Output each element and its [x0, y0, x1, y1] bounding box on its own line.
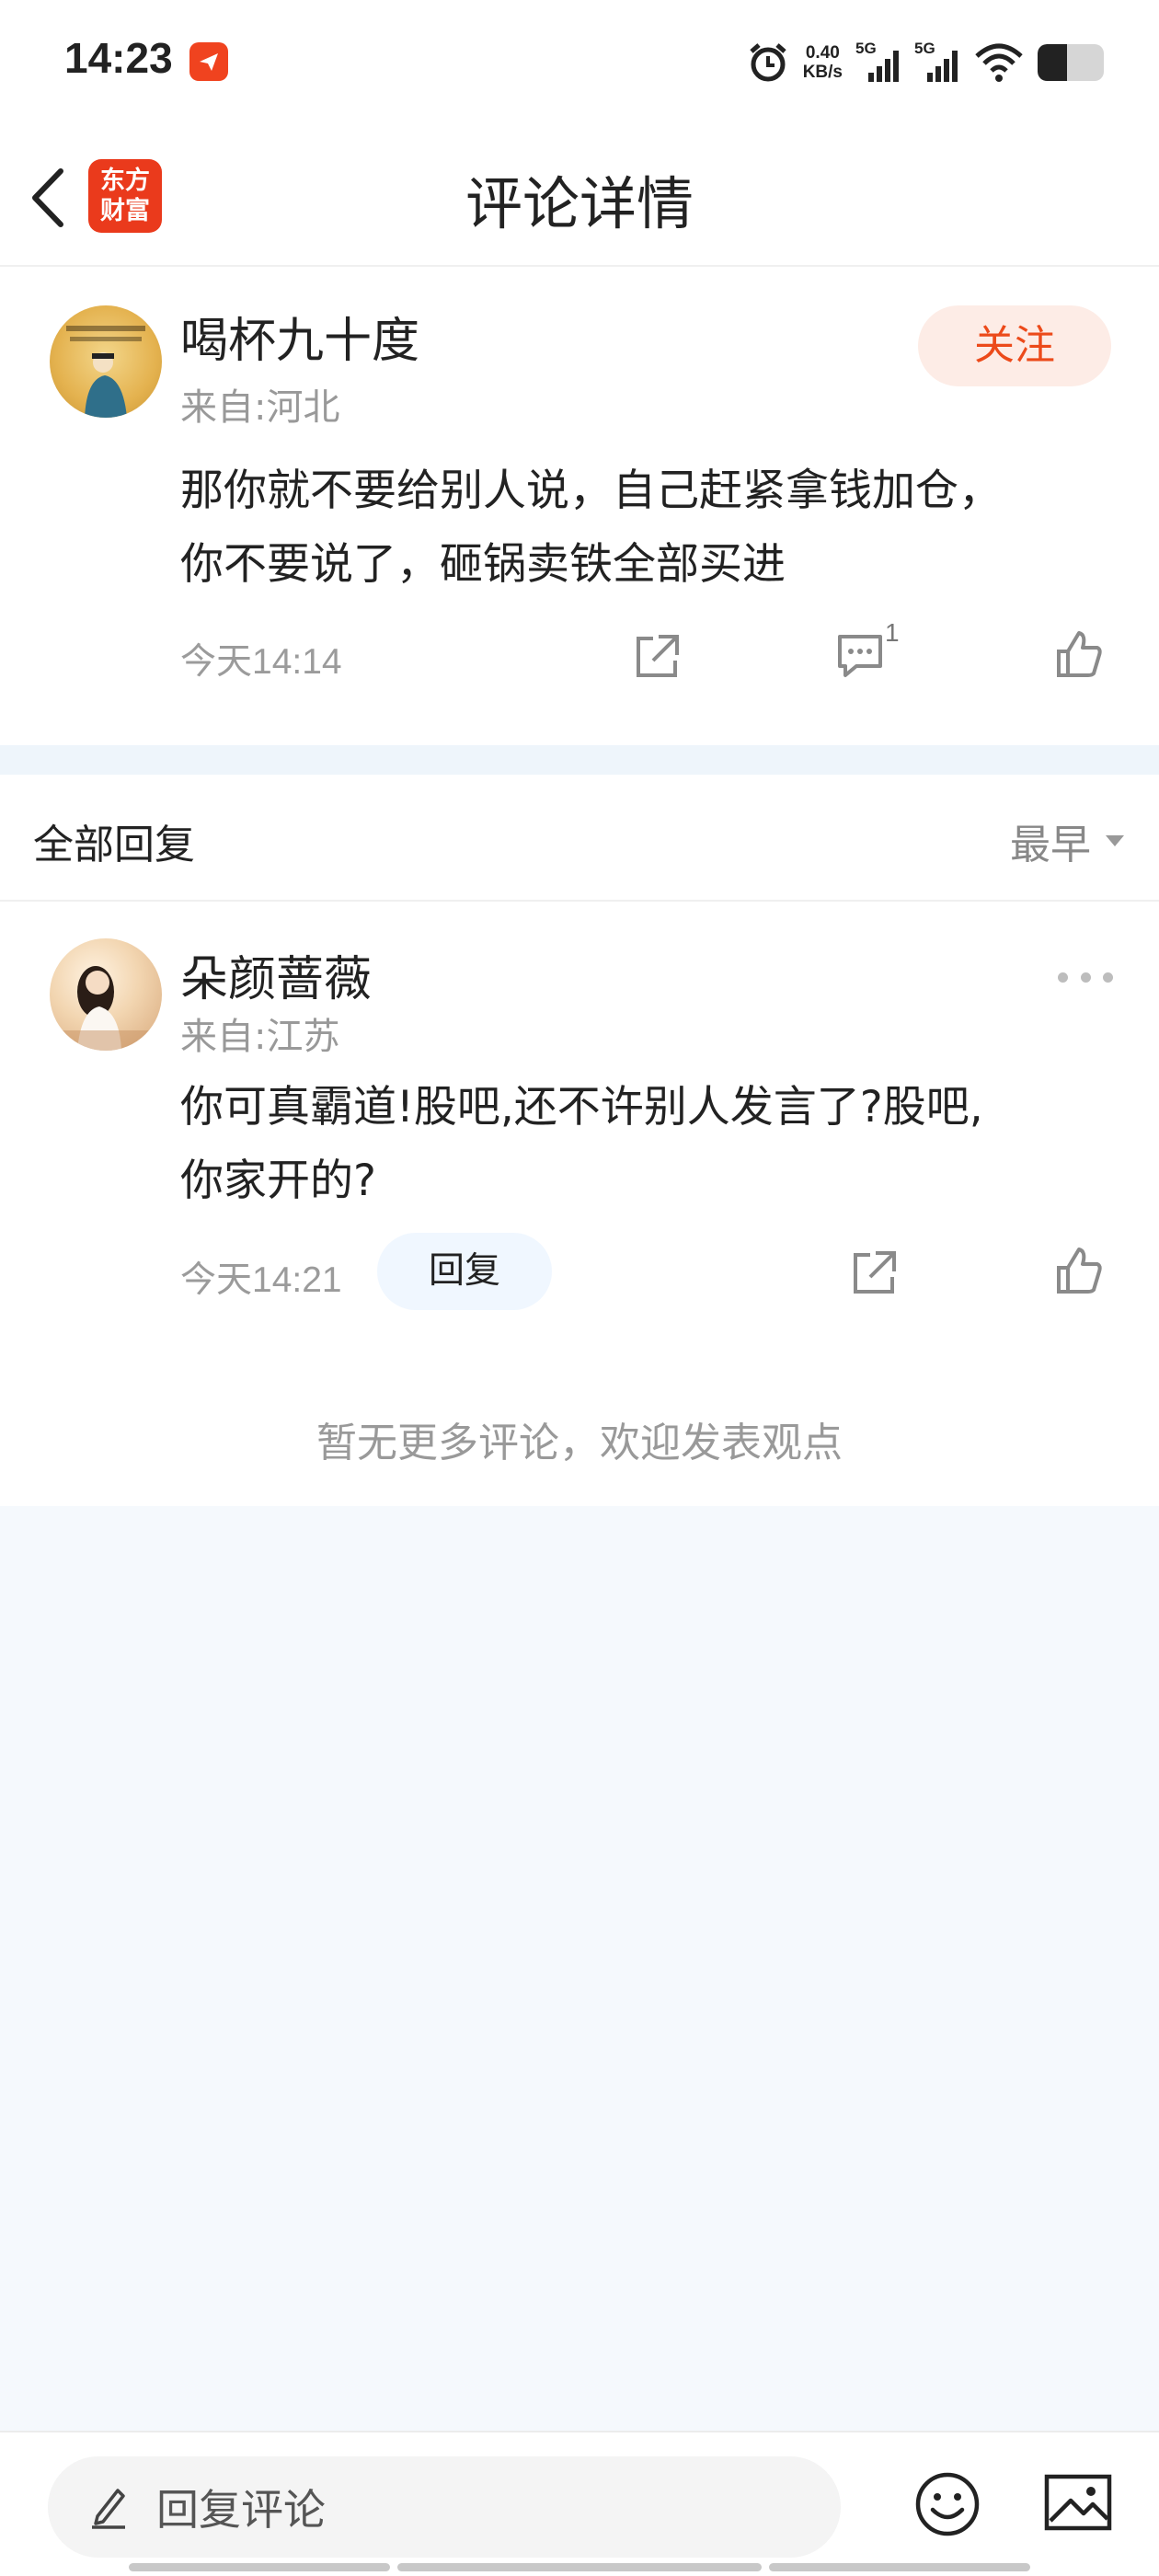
battery-fill: [1038, 44, 1068, 81]
reply-button[interactable]: 回复: [377, 1233, 552, 1310]
reply-location: 来自:江苏: [180, 1016, 340, 1058]
status-bar: 14:23 0.40 KB/s 5G 5G: [0, 0, 1159, 124]
share-button[interactable]: [625, 624, 690, 688]
net-speed-value: 0.40: [805, 43, 840, 63]
comment-location: 来自:河北: [180, 386, 340, 429]
status-time: 14:23: [64, 34, 173, 82]
comment-content: 那你就不要给别人说，自己赶紧拿钱加仓， 你不要说了，砸锅卖铁全部买进: [180, 454, 1109, 602]
no-more-comments: 暂无更多评论，欢迎发表观点: [316, 1420, 843, 1466]
reply-content-line: 你家开的?: [180, 1156, 376, 1206]
reply-comment-input[interactable]: 回复评论: [48, 2456, 841, 2558]
replies-title: 全部回复: [33, 822, 195, 868]
comment-time: 今天14:14: [180, 642, 342, 682]
share-icon: [637, 635, 679, 677]
net-speed: 0.40 KB/s: [803, 43, 843, 82]
net-speed-unit: KB/s: [802, 63, 843, 82]
divider: [0, 900, 1159, 902]
reply-content: 你可真霸道!股吧,还不许别人发言了?股吧, 你家开的?: [180, 1071, 1109, 1218]
section-divider: [0, 745, 1159, 775]
signal-icon: 5G: [914, 40, 960, 86]
avatar[interactable]: [50, 305, 162, 418]
sort-dropdown[interactable]: 最早: [1010, 811, 1126, 870]
share-button[interactable]: [843, 1240, 907, 1305]
caret-down-icon: [1106, 835, 1124, 846]
reply-content-line: 你可真霸道!股吧,还不许别人发言了?股吧,: [180, 1082, 983, 1133]
comment-count-button[interactable]: [828, 624, 892, 688]
reply-count-badge: 1: [885, 618, 900, 647]
comment-content-line: 你不要说了，砸锅卖铁全部买进: [180, 539, 786, 590]
emoji-icon: [915, 2472, 980, 2536]
thumbs-up-icon: [1057, 1248, 1102, 1294]
nav-header: 东方 财富 评论详情: [0, 124, 1159, 267]
like-button[interactable]: [1047, 1238, 1111, 1303]
sort-label: 最早: [1010, 822, 1091, 868]
battery-icon: [1038, 44, 1104, 81]
avatar[interactable]: [50, 938, 162, 1051]
reply-username[interactable]: 朵颜蔷薇: [180, 940, 372, 1009]
wifi-icon: [975, 43, 1023, 82]
comment-card: 喝杯九十度 来自:河北 关注 那你就不要给别人说，自己赶紧拿钱加仓， 你不要说了…: [0, 267, 1159, 745]
page-title: 评论详情: [465, 170, 694, 237]
comment-content-line: 那你就不要给别人说，自己赶紧拿钱加仓，: [180, 466, 1002, 516]
share-icon: [854, 1251, 896, 1294]
nav-indicator: [397, 2563, 762, 2571]
replies-section: 全部回复 最早 朵颜蔷薇 来自:江苏 你可真霸道!股吧,还不许别人发言了?股吧,…: [0, 775, 1159, 1506]
emoji-button[interactable]: [912, 2469, 982, 2539]
nav-indicator: [769, 2563, 1030, 2571]
comment-icon: [838, 635, 882, 677]
bottom-bar: 回复评论: [0, 2431, 1159, 2576]
reply-time: 今天14:21: [180, 1260, 342, 1300]
reply-input-placeholder: 回复评论: [156, 2485, 326, 2535]
app-notification-icon: [189, 42, 228, 81]
thumbs-up-icon: [1057, 631, 1102, 677]
dot: [1058, 972, 1068, 983]
pencil-icon: [92, 2489, 125, 2529]
alarm-icon: [750, 43, 786, 82]
image-icon: [1044, 2474, 1112, 2531]
image-button[interactable]: [1043, 2471, 1113, 2536]
comment-username[interactable]: 喝杯九十度: [180, 302, 419, 371]
dot: [1080, 972, 1091, 983]
nav-indicator: [129, 2563, 390, 2571]
follow-button[interactable]: 关注: [918, 305, 1111, 386]
signal-icon: 5G: [855, 40, 901, 86]
dot: [1103, 972, 1113, 983]
more-options-button[interactable]: [1058, 968, 1113, 986]
like-button[interactable]: [1047, 622, 1111, 686]
